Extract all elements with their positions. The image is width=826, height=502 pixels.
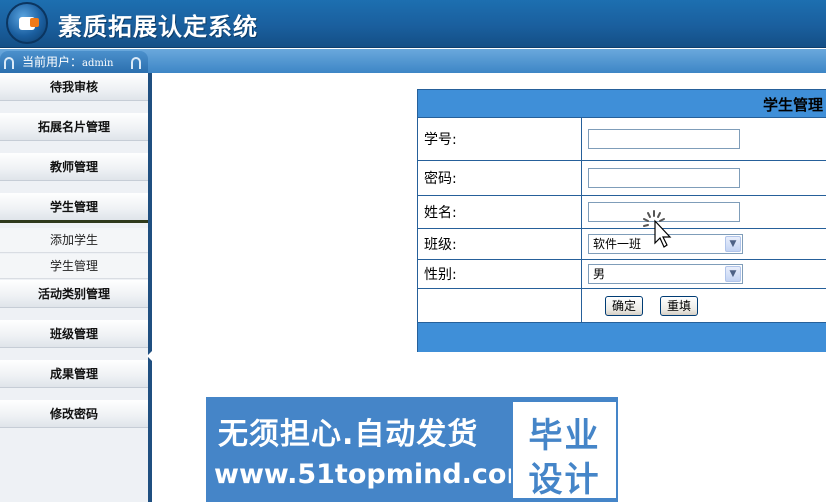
sidebar-item-activity-category[interactable]: 活动类别管理 <box>0 280 148 308</box>
gender-select-value: 男 <box>593 267 606 281</box>
cursor-icon <box>643 210 672 248</box>
class-select-value: 软件一班 <box>593 237 642 251</box>
password-input[interactable] <box>588 168 740 188</box>
tab-arc-left-icon <box>4 57 14 69</box>
form-row-actions: 确定 重填 <box>418 289 826 323</box>
sidebar-divider <box>148 73 152 502</box>
banner-badge-line-2: 设计 <box>528 460 601 500</box>
form-row-student-id: 学号: <box>418 118 826 161</box>
name-label: 姓名: <box>418 196 582 228</box>
student-form-panel: 学生管理 学号: 密码: 姓名: 班级: 软件一班 ▼ 性别: 男 ▼ 确定 重… <box>417 89 826 352</box>
banner-badge-line-1: 毕业 <box>528 416 601 456</box>
panel-footer <box>418 323 826 352</box>
class-label: 班级: <box>418 229 582 259</box>
app-header: 素质拓展认定系统 <box>0 0 826 48</box>
app-logo-icon <box>6 2 48 44</box>
banner-url: www.51topmind.com <box>214 459 535 490</box>
user-bar: 当前用户：admin <box>0 49 826 73</box>
tab-arc-right-icon <box>131 57 141 69</box>
gender-label: 性别: <box>418 260 582 288</box>
app-title: 素质拓展认定系统 <box>58 12 258 41</box>
current-user-name: admin <box>82 58 114 69</box>
sidebar-item-student-management[interactable]: 学生管理 <box>0 193 148 223</box>
form-row-password: 密码: <box>418 161 826 196</box>
student-id-input[interactable] <box>588 129 740 149</box>
form-row-name: 姓名: <box>418 196 826 229</box>
chevron-down-icon[interactable]: ▼ <box>725 266 741 282</box>
sidebar-item-card-management[interactable]: 拓展名片管理 <box>0 113 148 141</box>
student-id-label: 学号: <box>418 118 582 160</box>
sidebar-item-change-password[interactable]: 修改密码 <box>0 400 148 428</box>
form-row-gender: 性别: 男 ▼ <box>418 260 826 289</box>
gender-select[interactable]: 男 ▼ <box>588 264 743 284</box>
password-label: 密码: <box>418 161 582 195</box>
sidebar-item-pending-review[interactable]: 待我审核 <box>0 73 148 101</box>
submit-button[interactable]: 确定 <box>605 295 644 316</box>
current-user-label: 当前用户： <box>22 55 83 69</box>
current-user-tab: 当前用户：admin <box>0 51 148 73</box>
chevron-down-icon[interactable]: ▼ <box>725 236 741 252</box>
actions-empty-label <box>418 289 582 322</box>
sidebar-item-teacher-management[interactable]: 教师管理 <box>0 153 148 181</box>
reset-button[interactable]: 重填 <box>660 295 699 316</box>
form-row-class: 班级: 软件一班 ▼ <box>418 229 826 260</box>
banner-badge: 毕业 设计 <box>511 400 618 500</box>
panel-header: 学生管理 <box>418 90 826 118</box>
sidebar-item-achievement-management[interactable]: 成果管理 <box>0 360 148 388</box>
sidebar-item-class-management[interactable]: 班级管理 <box>0 320 148 348</box>
sidebar-subitem-student-management[interactable]: 学生管理 <box>0 254 148 279</box>
sidebar-subitem-add-student[interactable]: 添加学生 <box>0 228 148 253</box>
banner-slogan: 无须担心.自动发货 <box>218 417 479 452</box>
panel-title: 学生管理 <box>762 96 823 114</box>
watermark-banner: 无须担心.自动发货 www.51topmind.com 毕业 设计 <box>206 397 618 502</box>
